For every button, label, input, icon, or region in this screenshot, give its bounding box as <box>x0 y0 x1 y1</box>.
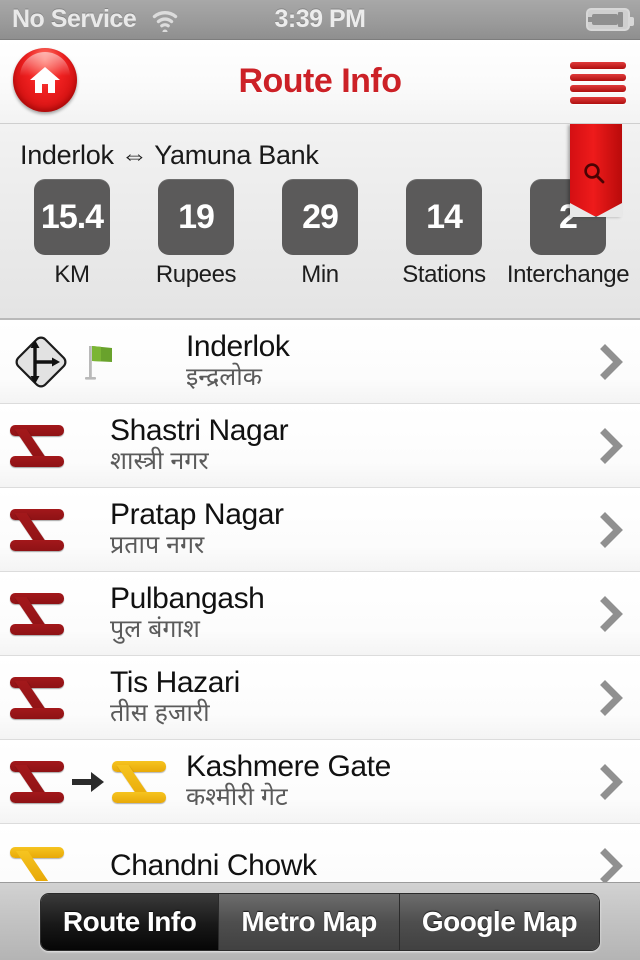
stat-label: Stations <box>402 261 486 288</box>
stat-box: 14 <box>406 179 482 255</box>
station-name-en: Pratap Nagar <box>110 497 284 531</box>
stat-value: 15.4 <box>40 197 104 236</box>
stat-box: 19 <box>158 179 234 255</box>
row-text: Pratap Nagar प्रताप नगर <box>110 499 584 560</box>
stat-km: 15.4 KM <box>10 179 134 289</box>
tab-route-info[interactable]: Route Info <box>40 893 219 950</box>
row-text: Pulbangash पुल बंगाश <box>110 583 584 644</box>
station-name-hi: शास्त्री नगर <box>110 447 209 476</box>
station-name-hi: इन्द्रलोक <box>186 363 262 392</box>
search-ribbon-button[interactable] <box>570 124 622 217</box>
red-line-icon <box>10 592 64 635</box>
table-row[interactable]: Inderlok इन्द्रलोक <box>0 320 640 404</box>
red-line-icon <box>10 508 64 551</box>
stat-box: 15.4 <box>34 179 110 255</box>
row-icon-group <box>0 320 186 404</box>
line-bar-bottom <box>10 623 64 635</box>
stat-label: Rupees <box>155 261 237 288</box>
stat-box: 29 <box>282 179 358 255</box>
station-name-en: Shastri Nagar <box>110 413 289 447</box>
menu-bar-1 <box>570 62 626 69</box>
red-line-icon <box>10 676 64 719</box>
row-icon-group <box>0 656 110 740</box>
station-name-en: Kashmere Gate <box>186 749 391 783</box>
interchange-arrow-icon <box>68 762 108 802</box>
row-icon-group <box>0 740 186 824</box>
line-bar-bottom <box>10 455 64 467</box>
chevron-right-icon[interactable] <box>584 594 640 634</box>
route-direction-icon <box>10 331 72 393</box>
yellow-line-icon <box>10 845 64 887</box>
chevron-right-icon[interactable] <box>584 510 640 550</box>
nav-bar: Route Info <box>0 40 640 124</box>
row-text: Shastri Nagar शास्त्री नगर <box>110 415 584 476</box>
bottom-tab-bar: Route Info Metro Map Google Map <box>0 882 640 960</box>
stat-label: Interchange <box>506 261 630 288</box>
line-bar-bottom <box>10 707 64 719</box>
table-row[interactable]: Shastri Nagar शास्त्री नगर <box>0 404 640 488</box>
table-row[interactable]: Pratap Nagar प्रताप नगर <box>0 488 640 572</box>
line-bar-bottom <box>10 539 64 551</box>
tab-google-map[interactable]: Google Map <box>398 893 600 950</box>
stat-value: 14 <box>426 197 463 236</box>
start-flag-icon <box>82 340 118 384</box>
menu-bar-2 <box>570 73 626 81</box>
table-row[interactable]: Tis Hazari तीस हजारी <box>0 656 640 740</box>
hamburger-menu-icon[interactable] <box>570 62 626 104</box>
station-name-hi: तीस हजारी <box>110 699 210 728</box>
chevron-right-icon[interactable] <box>584 846 640 886</box>
line-bar-bottom <box>112 791 166 803</box>
station-name-en: Inderlok <box>186 329 290 363</box>
station-name-en: Tis Hazari <box>110 665 240 699</box>
route-summary-panel: Inderlok ⇔ Yamuna Bank 15.4 KM 19 Rupees… <box>0 124 640 320</box>
row-text: Kashmere Gate कश्मीरी गेट <box>186 751 584 812</box>
segmented-control: Route Info Metro Map Google Map <box>39 892 601 951</box>
stat-value: 29 <box>302 197 339 236</box>
station-name-en: Pulbangash <box>110 581 265 615</box>
stat-value: 19 <box>178 197 215 236</box>
table-row[interactable]: Pulbangash पुल बंगाश <box>0 572 640 656</box>
route-title: Inderlok ⇔ Yamuna Bank <box>20 140 319 170</box>
row-icon-group <box>0 488 110 572</box>
stat-min: 29 Min <box>258 179 382 289</box>
chevron-right-icon[interactable] <box>584 426 640 466</box>
stat-rupees: 19 Rupees <box>134 179 258 289</box>
red-line-icon <box>10 424 64 467</box>
line-bar-bottom <box>10 791 64 803</box>
yellow-line-icon <box>112 760 166 803</box>
menu-bar-4 <box>570 96 626 104</box>
search-icon <box>583 162 605 184</box>
chevron-right-icon[interactable] <box>584 678 640 718</box>
table-row[interactable]: Kashmere Gate कश्मीरी गेट <box>0 740 640 824</box>
chevron-right-icon[interactable] <box>584 342 640 382</box>
row-text: Chandni Chowk <box>110 850 584 882</box>
stat-label: Min <box>301 261 339 288</box>
stat-label: KM <box>54 261 90 288</box>
tab-metro-map[interactable]: Metro Map <box>218 893 399 950</box>
stat-stations: 14 Stations <box>382 179 506 289</box>
row-text: Inderlok इन्द्रलोक <box>186 331 584 392</box>
station-list: Inderlok इन्द्रलोक Shastri Nagar शास्त्र… <box>0 320 640 908</box>
charging-plug-glyph <box>588 12 623 27</box>
chevron-right-icon[interactable] <box>584 762 640 802</box>
clock-label: 3:39 PM <box>274 5 366 33</box>
page-title: Route Info <box>238 62 402 100</box>
row-icon-group <box>0 572 110 656</box>
station-name-hi: प्रताप नगर <box>110 531 205 560</box>
station-name-hi: पुल बंगाश <box>110 615 200 644</box>
status-bar: No Service 3:39 PM <box>0 0 640 40</box>
station-name-hi: कश्मीरी गेट <box>186 783 288 812</box>
red-line-icon <box>10 760 64 803</box>
battery-charging-icon <box>586 8 634 31</box>
route-stats: 15.4 KM 19 Rupees 29 Min 14 Stations 2 I… <box>0 171 640 289</box>
row-text: Tis Hazari तीस हजारी <box>110 667 584 728</box>
row-icon-group <box>0 404 110 488</box>
menu-bar-3 <box>570 85 626 93</box>
station-name-en: Chandni Chowk <box>110 848 317 882</box>
